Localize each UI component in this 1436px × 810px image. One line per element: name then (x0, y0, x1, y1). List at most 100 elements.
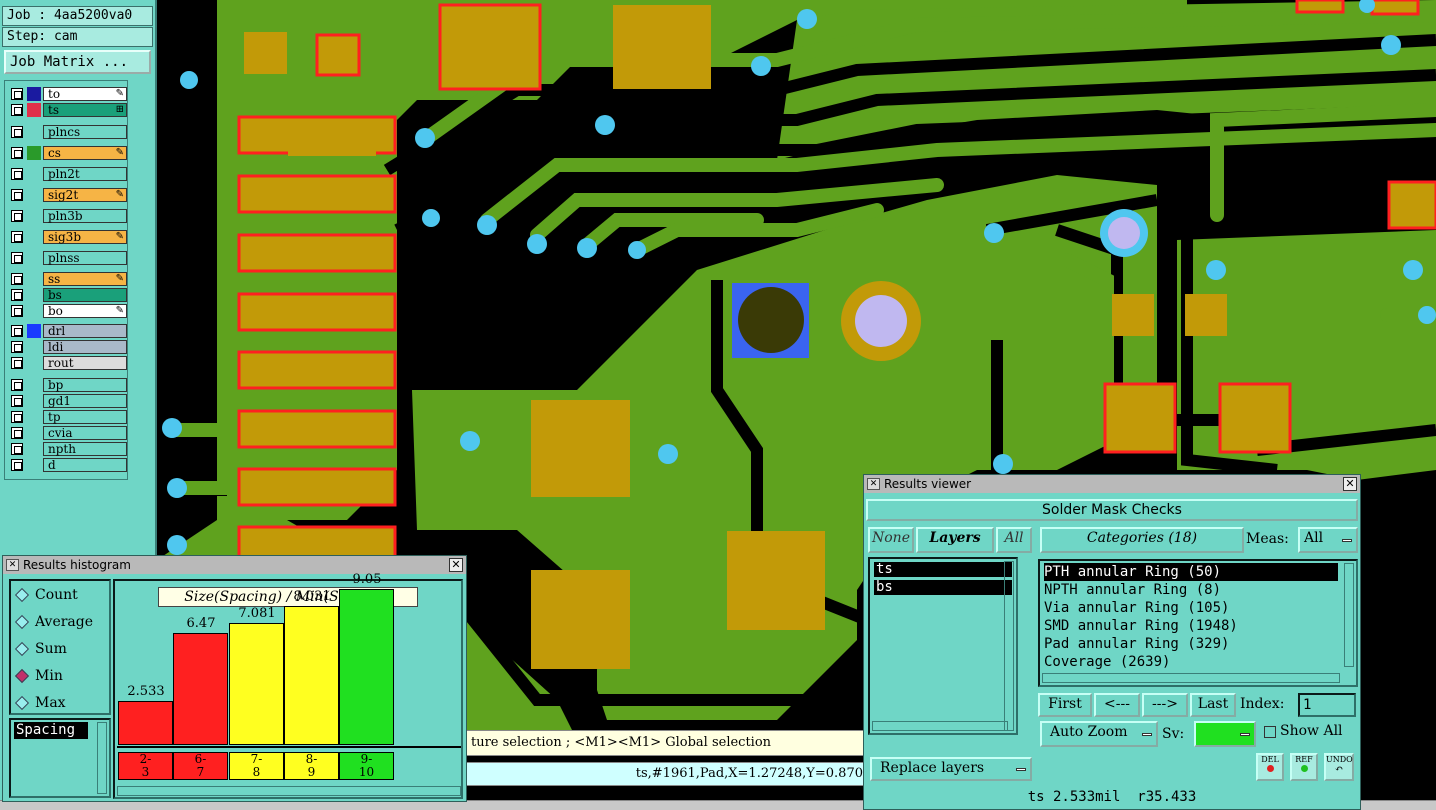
layer-name[interactable]: rout (43, 356, 127, 370)
histogram-bin-label[interactable]: 8- 9 (284, 752, 339, 780)
del-button[interactable]: DEL (1256, 753, 1284, 781)
mode-radio[interactable]: Sum (11, 640, 111, 658)
none-button[interactable]: None (868, 527, 914, 553)
layer-row[interactable]: ldi (7, 340, 129, 354)
layer-row[interactable]: bs (7, 288, 129, 302)
layer-select-swatch[interactable] (27, 356, 41, 370)
layer-row[interactable]: cs ✎ (7, 146, 129, 160)
categories-button[interactable]: Categories (18) (1040, 527, 1244, 553)
layer-name[interactable]: pln2t (43, 167, 127, 181)
measure-list[interactable]: Spacing (9, 718, 111, 798)
layer-row[interactable]: sig2t ✎ (7, 188, 129, 202)
layer-name[interactable]: bp (43, 378, 127, 392)
job-matrix-button[interactable]: Job Matrix ... (4, 50, 151, 74)
layer-checkbox[interactable] (11, 273, 23, 285)
layer-select-swatch[interactable] (27, 230, 41, 244)
layer-select-swatch[interactable] (27, 272, 41, 286)
layer-checkbox[interactable] (11, 104, 23, 116)
mode-radio[interactable]: Average (11, 613, 111, 631)
layer-checkbox[interactable] (11, 289, 23, 301)
layer-checkbox[interactable] (11, 189, 23, 201)
category-item[interactable]: PTH annular Ring (50) (1044, 563, 1338, 581)
window-menu-icon[interactable]: ✕ (6, 559, 19, 571)
mode-radio[interactable]: Min (11, 667, 111, 685)
layer-row[interactable]: ss ✎ (7, 272, 129, 286)
layer-name[interactable]: d (43, 458, 127, 472)
layer-select-swatch[interactable] (27, 103, 41, 117)
index-input[interactable]: 1 (1298, 693, 1356, 717)
close-icon[interactable]: ✕ (449, 558, 463, 572)
layer-checkbox[interactable] (11, 379, 23, 391)
layer-name[interactable]: bo ✎ (43, 304, 127, 318)
layer-row[interactable]: plncs (7, 125, 129, 139)
mode-radio[interactable]: Count (11, 586, 111, 604)
category-item[interactable]: Pad annular Ring (329) (1044, 635, 1338, 653)
category-hscroll[interactable] (1042, 673, 1340, 683)
layer-name[interactable]: gd1 (43, 394, 127, 408)
layer-name[interactable]: tp (43, 410, 127, 424)
histogram-bin-label[interactable]: 7- 8 (229, 752, 284, 780)
auto-zoom-dropdown[interactable]: Auto Zoom (1040, 721, 1158, 747)
result-layer-item[interactable]: ts (874, 562, 1012, 577)
layer-name[interactable]: sig2t ✎ (43, 188, 127, 202)
layer-row[interactable]: gd1 (7, 394, 129, 408)
layer-name[interactable]: bs (43, 288, 127, 302)
layer-name[interactable]: cs ✎ (43, 146, 127, 160)
histogram-bar[interactable] (229, 623, 284, 745)
layer-name[interactable]: plncs (43, 125, 127, 139)
layer-name[interactable]: to ✎ (43, 87, 127, 101)
layer-select-swatch[interactable] (27, 410, 41, 424)
layer-select-swatch[interactable] (27, 378, 41, 392)
histogram-bar[interactable] (284, 606, 339, 745)
layer-row[interactable]: sig3b ✎ (7, 230, 129, 244)
histogram-bin-label[interactable]: 2- 3 (118, 752, 173, 780)
histogram-bar[interactable] (173, 633, 228, 745)
layer-row[interactable]: pln3b (7, 209, 129, 223)
layer-row[interactable]: pln2t (7, 167, 129, 181)
layer-row[interactable]: cvia (7, 426, 129, 440)
layer-row[interactable]: tp (7, 410, 129, 424)
result-layer-item[interactable]: bs (874, 580, 1012, 595)
layer-row[interactable]: bo ✎ (7, 304, 129, 318)
histogram-bar[interactable] (118, 701, 173, 745)
layer-select-swatch[interactable] (27, 188, 41, 202)
layer-select-swatch[interactable] (27, 251, 41, 265)
measure-item[interactable]: Spacing (14, 722, 88, 739)
layer-select-swatch[interactable] (27, 288, 41, 302)
layer-checkbox[interactable] (11, 231, 23, 243)
layer-checkbox[interactable] (11, 126, 23, 138)
viewer-titlebar[interactable]: ✕ Results viewer ✕ (864, 475, 1360, 493)
layer-select-swatch[interactable] (27, 304, 41, 318)
layer-row[interactable]: ts ⊞ (7, 103, 129, 117)
layer-select-swatch[interactable] (27, 209, 41, 223)
layer-select-swatch[interactable] (27, 426, 41, 440)
layer-row[interactable]: bp (7, 378, 129, 392)
layer-checkbox[interactable] (11, 147, 23, 159)
last-button[interactable]: Last (1190, 693, 1236, 717)
layer-checkbox[interactable] (11, 305, 23, 317)
layer-checkbox[interactable] (11, 168, 23, 180)
layer-checkbox[interactable] (11, 357, 23, 369)
histogram-bin-label[interactable]: 6- 7 (173, 752, 228, 780)
meas-dropdown[interactable]: All (1298, 527, 1358, 553)
layer-name[interactable]: pln3b (43, 209, 127, 223)
layer-name[interactable]: plnss (43, 251, 127, 265)
layers-button[interactable]: Layers (916, 527, 994, 553)
layer-select-swatch[interactable] (27, 146, 41, 160)
layer-select-swatch[interactable] (27, 167, 41, 181)
window-menu-icon[interactable]: ✕ (867, 478, 880, 490)
layer-select-swatch[interactable] (27, 87, 41, 101)
category-item[interactable]: NPTH annular Ring (8) (1044, 581, 1338, 599)
ref-button[interactable]: REF (1290, 753, 1318, 781)
next-button[interactable]: ---> (1142, 693, 1188, 717)
layer-checkbox[interactable] (11, 459, 23, 471)
layer-row[interactable]: npth (7, 442, 129, 456)
category-item[interactable]: Via annular Ring (105) (1044, 599, 1338, 617)
prev-button[interactable]: <--- (1094, 693, 1140, 717)
close-icon[interactable]: ✕ (1343, 477, 1357, 491)
layer-name[interactable]: ts ⊞ (43, 103, 127, 117)
first-button[interactable]: First (1038, 693, 1092, 717)
layer-select-swatch[interactable] (27, 458, 41, 472)
all-layers-button[interactable]: All (996, 527, 1032, 553)
layer-results-list[interactable]: ts bs (868, 557, 1018, 735)
